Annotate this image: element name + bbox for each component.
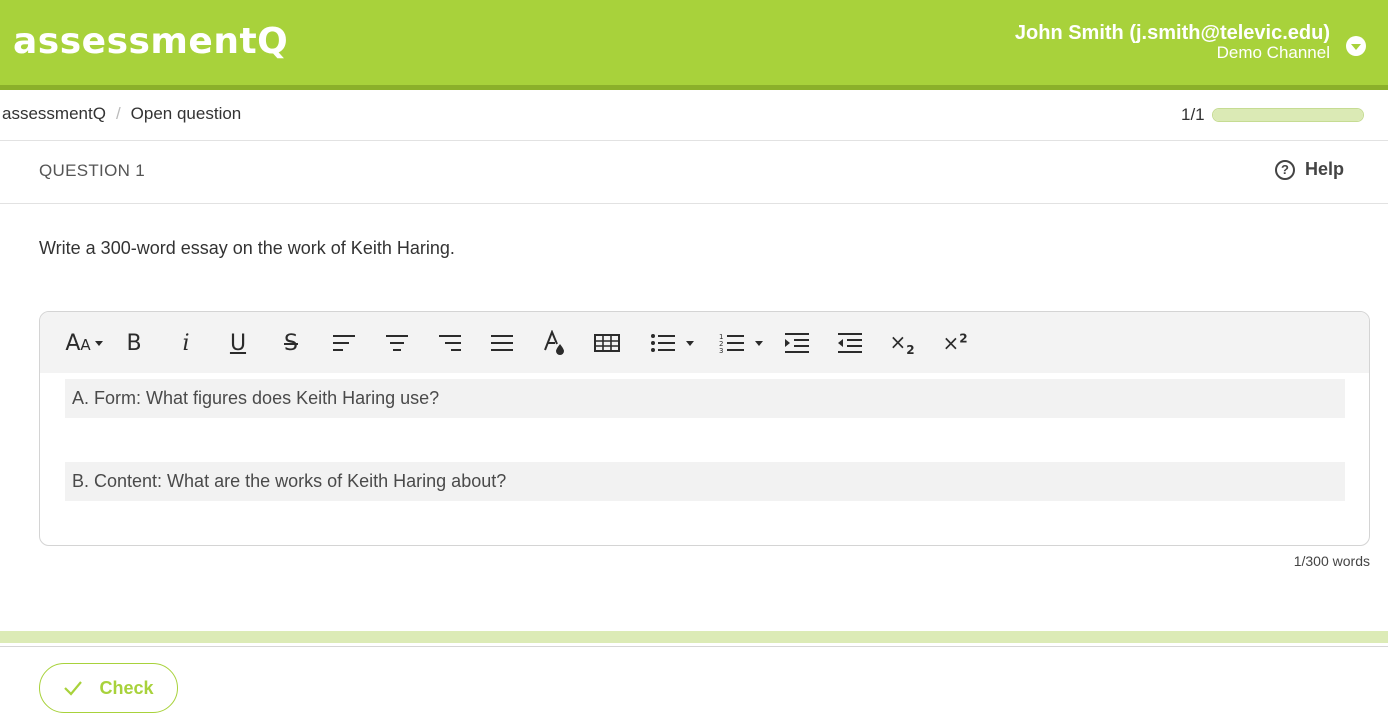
top-bar: assessmentQ John Smith (j.smith@televic.… bbox=[0, 0, 1388, 85]
font-size-button[interactable]: AA bbox=[62, 326, 106, 360]
user-channel: Demo Channel bbox=[1216, 43, 1330, 62]
indent-icon bbox=[785, 333, 809, 353]
help-icon: ? bbox=[1275, 159, 1295, 180]
user-menu-chevron-icon[interactable] bbox=[1346, 36, 1366, 56]
editor-toolbar: AA B i U S 1 2 3 ×2 ×2 bbox=[40, 312, 1369, 373]
align-left-icon bbox=[333, 335, 355, 351]
editor-paragraph[interactable]: A. Form: What figures does Keith Haring … bbox=[65, 379, 1345, 418]
table-icon bbox=[594, 334, 620, 352]
progress-label: 1/1 bbox=[1181, 105, 1205, 124]
breadcrumb-home-link[interactable]: assessmentQ bbox=[2, 104, 106, 124]
align-right-button[interactable] bbox=[436, 326, 464, 360]
align-justify-button[interactable] bbox=[488, 326, 516, 360]
italic-button[interactable]: i bbox=[172, 326, 200, 360]
table-button[interactable] bbox=[593, 326, 621, 360]
breadcrumb-separator: / bbox=[115, 104, 121, 123]
italic-icon: i bbox=[182, 330, 190, 356]
help-label: Help bbox=[1305, 159, 1345, 179]
help-button[interactable]: ? Help bbox=[1275, 159, 1344, 180]
outdent-icon bbox=[838, 333, 862, 353]
check-button-label: Check bbox=[99, 677, 154, 698]
numbered-list-icon: 123 bbox=[719, 333, 744, 354]
bullet-list-icon bbox=[651, 334, 675, 352]
breadcrumb: assessmentQ / Open question bbox=[2, 104, 241, 124]
footer-band bbox=[0, 631, 1388, 643]
subscript-icon: ×2 bbox=[889, 329, 915, 357]
checkmark-icon bbox=[64, 681, 83, 696]
superscript-icon: ×2 bbox=[942, 331, 968, 355]
numbered-list-button[interactable]: 123 bbox=[715, 326, 767, 360]
divider bbox=[0, 140, 1388, 141]
align-center-icon bbox=[386, 335, 408, 351]
text-color-icon bbox=[544, 330, 564, 355]
app-logo[interactable]: assessmentQ bbox=[13, 21, 288, 62]
question-prompt: Write a 300-word essay on the work of Ke… bbox=[39, 238, 455, 258]
footer-divider bbox=[0, 646, 1388, 647]
align-center-button[interactable] bbox=[383, 326, 411, 360]
font-size-icon: AA bbox=[65, 330, 91, 356]
underline-icon: U bbox=[229, 330, 247, 356]
check-button[interactable]: Check bbox=[39, 663, 178, 713]
indent-button[interactable] bbox=[783, 326, 811, 360]
divider bbox=[0, 203, 1388, 204]
progress-bar bbox=[1212, 108, 1364, 122]
strikethrough-icon: S bbox=[284, 330, 298, 356]
bold-button[interactable]: B bbox=[120, 326, 148, 360]
user-name: John Smith (j.smith@televic.edu) bbox=[1014, 22, 1330, 44]
text-color-button[interactable] bbox=[540, 326, 568, 360]
word-count: 1/300 words bbox=[1293, 553, 1370, 569]
outdent-button[interactable] bbox=[836, 326, 864, 360]
rich-text-editor[interactable]: AA B i U S 1 2 3 ×2 ×2 A. Form: What fig… bbox=[39, 311, 1370, 546]
breadcrumb-current: Open question bbox=[130, 104, 242, 123]
svg-text:3: 3 bbox=[719, 347, 723, 354]
strikethrough-button[interactable]: S bbox=[277, 326, 305, 360]
bold-icon: B bbox=[126, 330, 142, 356]
user-info[interactable]: John Smith (j.smith@televic.edu) Demo Ch… bbox=[1015, 22, 1330, 62]
align-right-icon bbox=[439, 335, 461, 351]
superscript-button[interactable]: ×2 bbox=[941, 326, 969, 360]
bullet-list-button[interactable] bbox=[646, 326, 698, 360]
underline-button[interactable]: U bbox=[224, 326, 252, 360]
subscript-button[interactable]: ×2 bbox=[888, 326, 916, 360]
align-justify-icon bbox=[491, 335, 513, 351]
editor-paragraph[interactable]: B. Content: What are the works of Keith … bbox=[65, 462, 1345, 501]
progress-bar-fill bbox=[1213, 109, 1363, 121]
editor-content[interactable]: A. Form: What figures does Keith Haring … bbox=[65, 379, 1345, 501]
question-number: QUESTION 1 bbox=[39, 161, 145, 180]
align-left-button[interactable] bbox=[330, 326, 358, 360]
top-bar-divider bbox=[0, 85, 1388, 90]
